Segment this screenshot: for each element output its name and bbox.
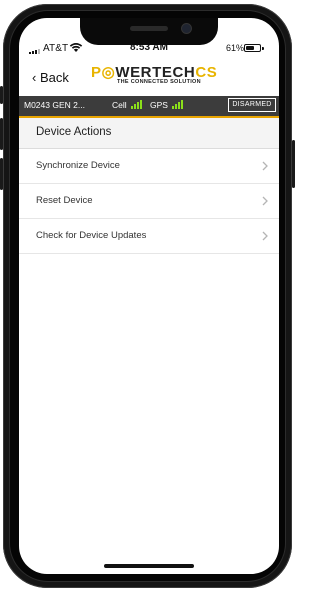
chevron-right-icon xyxy=(262,161,268,171)
back-label: Back xyxy=(39,70,69,85)
device-status-bar: M0243 GEN 2... Cell GPS DISARMED xyxy=(19,96,279,118)
phone-screen: AT&T 8:53 AM 61% ‹ Back P◎WERTECHCS THE … xyxy=(19,18,279,574)
back-button[interactable]: ‹ Back xyxy=(32,70,69,85)
cell-signal-icon xyxy=(131,100,142,109)
nav-bar: ‹ Back P◎WERTECHCS THE CONNECTED SOLUTIO… xyxy=(19,54,279,96)
notch xyxy=(80,18,218,45)
cell-label: Cell xyxy=(112,100,127,110)
battery-tip xyxy=(262,47,264,50)
volume-up-button xyxy=(0,118,3,150)
power-button xyxy=(292,140,295,188)
battery-percent: 61% xyxy=(226,43,245,53)
logo-tagline: THE CONNECTED SOLUTION xyxy=(117,79,201,85)
battery-icon xyxy=(244,44,261,52)
synchronize-device-item[interactable]: Synchronize Device xyxy=(19,149,279,184)
list-item-label: Synchronize Device xyxy=(36,160,120,171)
home-indicator[interactable] xyxy=(104,564,194,568)
powertech-logo: P◎WERTECHCS THE CONNECTED SOLUTION xyxy=(91,64,218,85)
list-item-label: Check for Device Updates xyxy=(36,230,147,241)
gps-signal-icon xyxy=(172,100,183,109)
disarmed-button[interactable]: DISARMED xyxy=(228,98,276,112)
reset-device-item[interactable]: Reset Device xyxy=(19,184,279,219)
check-device-updates-item[interactable]: Check for Device Updates xyxy=(19,219,279,254)
volume-down-button xyxy=(0,158,3,190)
chevron-right-icon xyxy=(262,196,268,206)
chevron-left-icon: ‹ xyxy=(32,70,37,85)
front-camera xyxy=(182,24,191,33)
device-name: M0243 GEN 2... xyxy=(24,100,85,110)
section-title: Device Actions xyxy=(36,126,112,138)
device-actions-list: Synchronize Device Reset Device Check fo… xyxy=(19,149,279,254)
list-item-label: Reset Device xyxy=(36,195,93,206)
chevron-right-icon xyxy=(262,231,268,241)
speaker-grille xyxy=(130,26,168,31)
section-header: Device Actions xyxy=(19,118,279,149)
mute-switch xyxy=(0,86,3,104)
gps-label: GPS xyxy=(150,100,168,110)
